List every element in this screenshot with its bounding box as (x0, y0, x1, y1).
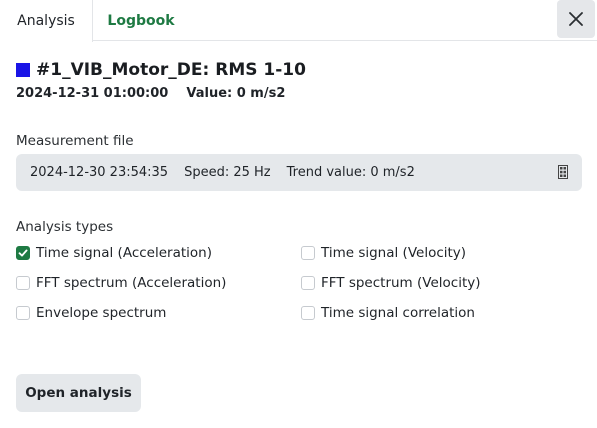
checkbox-fft-spectrum-acceleration[interactable]: FFT spectrum (Acceleration) (16, 275, 226, 291)
checkbox-fft-spectrum-velocity[interactable]: FFT spectrum (Velocity) (301, 275, 481, 291)
checkbox-label: Time signal correlation (321, 305, 475, 321)
measurement-file-datetime: 2024-12-30 23:54:35 (30, 165, 169, 180)
page-title: #1_VIB_Motor_DE: RMS 1-10 (36, 60, 306, 80)
checkbox-box[interactable] (301, 306, 315, 320)
checkbox-time-signal-velocity[interactable]: Time signal (Velocity) (301, 245, 466, 261)
header-subline: 2024-12-31 01:00:00 Value: 0 m/s2 (16, 86, 285, 101)
checkbox-label: Envelope spectrum (36, 305, 167, 321)
header-value: Value: 0 m/s2 (186, 86, 286, 101)
checkbox-label: FFT spectrum (Velocity) (321, 275, 481, 291)
tab-bar: Analysis Logbook (0, 0, 597, 42)
qr-code-icon (558, 165, 568, 179)
checkbox-box[interactable] (301, 246, 315, 260)
checkbox-box[interactable] (301, 276, 315, 290)
checkbox-time-signal-acceleration[interactable]: Time signal (Acceleration) (16, 245, 212, 261)
tab-logbook[interactable]: Logbook (93, 0, 189, 41)
checkbox-label: Time signal (Velocity) (321, 245, 467, 261)
tab-analysis[interactable]: Analysis (0, 0, 93, 42)
checkbox-envelope-spectrum[interactable]: Envelope spectrum (16, 305, 166, 321)
open-analysis-button[interactable]: Open analysis (16, 374, 141, 412)
checkbox-box[interactable] (16, 246, 30, 260)
checkbox-time-signal-correlation[interactable]: Time signal correlation (301, 305, 475, 321)
check-icon (18, 249, 28, 257)
close-icon (569, 12, 583, 26)
title-row: #1_VIB_Motor_DE: RMS 1-10 (16, 60, 306, 80)
checkbox-box[interactable] (16, 276, 30, 290)
checkbox-label: Time signal (Acceleration) (36, 245, 212, 261)
header-datetime: 2024-12-31 01:00:00 (16, 86, 169, 101)
measurement-file-trend: Trend value: 0 m/s2 (286, 165, 415, 180)
measurement-file-speed: Speed: 25 Hz (184, 165, 271, 180)
measurement-file-select[interactable]: 2024-12-30 23:54:35 Speed: 25 Hz Trend v… (16, 154, 582, 191)
measurement-file-label: Measurement file (16, 133, 134, 149)
checkbox-box[interactable] (16, 306, 30, 320)
checkbox-label: FFT spectrum (Acceleration) (36, 275, 227, 291)
close-button[interactable] (557, 0, 595, 38)
series-color-swatch (16, 63, 30, 77)
analysis-types-label: Analysis types (16, 219, 114, 235)
